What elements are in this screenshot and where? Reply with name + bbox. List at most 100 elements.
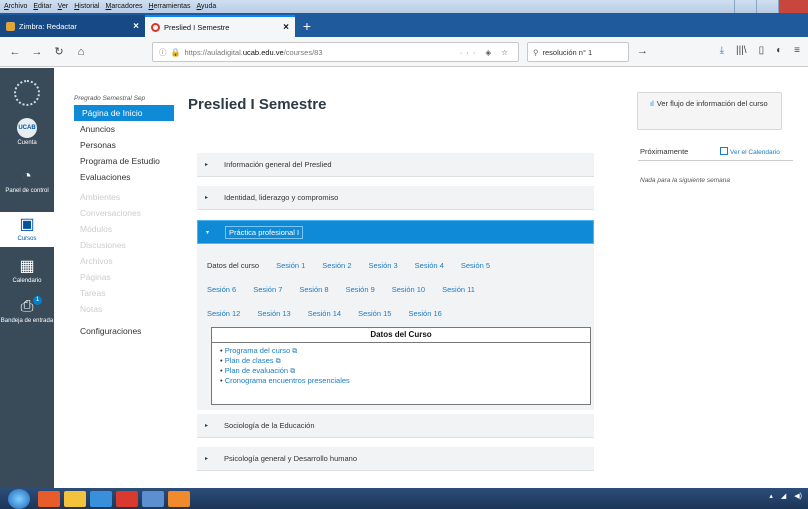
- menu-herramientas[interactable]: Herramientas: [148, 3, 190, 10]
- link-programa-del-curso[interactable]: Programa del curso ⧉: [220, 346, 590, 356]
- session-link[interactable]: Sesión 9: [346, 285, 375, 294]
- session-link[interactable]: Sesión 4: [415, 261, 444, 270]
- proximamente-heading: Próximamente: [640, 147, 689, 156]
- session-link[interactable]: Sesión 6: [207, 285, 236, 294]
- sidebar-icon[interactable]: ▯: [759, 45, 765, 56]
- session-link[interactable]: Sesión 2: [322, 261, 351, 270]
- page-actions-icon[interactable]: ··· ◈ ☆: [460, 48, 512, 57]
- firefox-taskbar-icon[interactable]: [168, 490, 190, 507]
- download-icon[interactable]: ⤓: [720, 45, 724, 56]
- start-button[interactable]: [8, 488, 30, 509]
- maximize-button[interactable]: [756, 0, 778, 13]
- menu-editar[interactable]: Editar: [33, 3, 51, 10]
- session-link[interactable]: Sesión 14: [308, 309, 341, 318]
- session-link[interactable]: Sesión 11: [442, 285, 475, 294]
- network-icon[interactable]: ◢: [781, 492, 786, 500]
- session-link[interactable]: Sesión 7: [253, 285, 282, 294]
- unread-badge: 1: [33, 296, 42, 305]
- back-icon[interactable]: ←: [6, 46, 24, 58]
- course-nav-item[interactable]: Módulos: [74, 221, 174, 237]
- taskbar-app-icon[interactable]: [116, 490, 138, 507]
- nav-bar: ← → ↻ ⌂ ⓘ 🔒 https://auladigital.ucab.edu…: [0, 37, 808, 67]
- global-nav-calendario[interactable]: ▦ Calendario: [0, 258, 54, 285]
- taskbar-app-icon[interactable]: [142, 490, 164, 507]
- course-nav-item[interactable]: Tareas: [74, 285, 174, 301]
- taskbar-app-icon[interactable]: [90, 490, 112, 507]
- menu-marcadores[interactable]: Marcadores: [105, 3, 142, 10]
- new-tab-button[interactable]: +: [295, 15, 319, 37]
- taskbar-app-icon[interactable]: [64, 490, 86, 507]
- global-nav-cuenta[interactable]: UCAB Cuenta: [0, 118, 54, 147]
- session-row: Datos del curso Sesión 1 Sesión 2 Sesión 3 S…: [207, 261, 507, 270]
- search-bar[interactable]: ⚲ resolución n° 1: [527, 42, 629, 62]
- tab-label: Zimbra: Redactar: [19, 21, 77, 31]
- global-nav-label: Cursos: [17, 236, 37, 242]
- module-identidad[interactable]: ▸ Identidad, liderazgo y compromiso: [197, 186, 594, 210]
- link-plan-de-evaluacion[interactable]: Plan de evaluación ⧉: [220, 366, 590, 376]
- plus-icon: +: [302, 18, 312, 34]
- module-sociologia[interactable]: ▸ Sociología de la Educación: [197, 414, 594, 438]
- volume-icon[interactable]: ◀): [794, 492, 802, 500]
- session-link[interactable]: Sesión 5: [461, 261, 490, 270]
- calendar-icon: [720, 147, 728, 155]
- forward-icon[interactable]: →: [28, 46, 46, 58]
- session-link[interactable]: Sesión 8: [299, 285, 328, 294]
- close-icon[interactable]: ×: [283, 22, 289, 33]
- reload-icon[interactable]: ↻: [50, 45, 68, 58]
- global-nav-panel[interactable]: ◔ Panel de control: [0, 168, 54, 195]
- course-nav-item[interactable]: Páginas: [74, 269, 174, 285]
- menu-historial[interactable]: Historial: [74, 3, 99, 10]
- session-link[interactable]: Sesión 13: [257, 309, 290, 318]
- url-bar[interactable]: ⓘ 🔒 https://auladigital.ucab.edu.ve/cour…: [152, 42, 519, 62]
- home-icon[interactable]: ⌂: [72, 46, 90, 58]
- dashboard-icon: ◔: [22, 168, 32, 185]
- flujo-label: Ver flujo de información del curso: [656, 99, 768, 108]
- course-nav-item[interactable]: Programa de Estudio: [74, 153, 174, 169]
- extension-icon[interactable]: ◐: [776, 45, 782, 56]
- institution-logo-icon[interactable]: [14, 80, 40, 106]
- course-nav-item[interactable]: Anuncios: [74, 121, 174, 137]
- minimize-button[interactable]: [734, 0, 756, 13]
- global-nav-cursos[interactable]: ▣ Cursos: [0, 212, 54, 247]
- course-nav-item[interactable]: Personas: [74, 137, 174, 153]
- module-psicologia[interactable]: ▸ Psicología general y Desarrollo humano: [197, 447, 594, 471]
- course-nav-item[interactable]: Configuraciones: [74, 323, 174, 339]
- ver-calendario-link[interactable]: Ver el Calendario: [720, 147, 780, 156]
- global-nav-bandeja[interactable]: ⎙ 1 Bandeja de entrada: [0, 296, 54, 325]
- go-arrow-icon[interactable]: →: [637, 45, 648, 57]
- lock-icon: 🔒: [170, 47, 181, 57]
- tab-datos-del-curso[interactable]: Datos del curso: [207, 261, 259, 270]
- course-nav-item[interactable]: Discusiones: [74, 237, 174, 253]
- session-link[interactable]: Sesión 16: [408, 309, 441, 318]
- link-plan-de-clases[interactable]: Plan de clases ⧉: [220, 356, 590, 366]
- session-link[interactable]: Sesión 12: [207, 309, 240, 318]
- menu-ver[interactable]: Ver: [58, 3, 69, 10]
- course-nav-item[interactable]: Notas: [74, 301, 174, 317]
- course-nav-item[interactable]: Página de Inicio: [74, 105, 174, 121]
- expanded-triangle-icon: ▾: [206, 229, 210, 236]
- tray-arrow-icon[interactable]: ▴: [769, 492, 773, 500]
- tab-preslied[interactable]: Preslied I Semestre ×: [145, 15, 295, 37]
- session-link[interactable]: Sesión 10: [392, 285, 425, 294]
- menu-archivo[interactable]: Archivo: [4, 3, 27, 10]
- module-practica-profesional[interactable]: ▾ Práctica profesional I: [197, 220, 594, 244]
- tab-label: Preslied I Semestre: [164, 22, 230, 32]
- course-nav-item[interactable]: Conversaciones: [74, 205, 174, 221]
- session-link[interactable]: Sesión 3: [368, 261, 397, 270]
- link-cronograma[interactable]: Cronograma encuentros presenciales: [220, 376, 590, 385]
- ver-flujo-button[interactable]: ıl Ver flujo de información del curso: [637, 92, 782, 130]
- info-icon[interactable]: ⓘ: [159, 47, 167, 58]
- module-informacion-general[interactable]: ▸ Información general del Preslied: [197, 153, 594, 177]
- window-close-button[interactable]: [778, 0, 808, 13]
- library-icon[interactable]: |||\: [736, 45, 747, 56]
- course-nav-item[interactable]: Archivos: [74, 253, 174, 269]
- tab-zimbra[interactable]: Zimbra: Redactar ×: [0, 15, 145, 37]
- session-link[interactable]: Sesión 1: [276, 261, 305, 270]
- taskbar-app-icon[interactable]: [38, 490, 60, 507]
- menu-icon[interactable]: ≡: [794, 45, 800, 56]
- course-nav-item[interactable]: Ambientes: [74, 189, 174, 205]
- close-icon[interactable]: ×: [133, 21, 139, 32]
- menu-ayuda[interactable]: Ayuda: [197, 3, 217, 10]
- course-nav-item[interactable]: Evaluaciones: [74, 169, 174, 185]
- session-link[interactable]: Sesión 15: [358, 309, 391, 318]
